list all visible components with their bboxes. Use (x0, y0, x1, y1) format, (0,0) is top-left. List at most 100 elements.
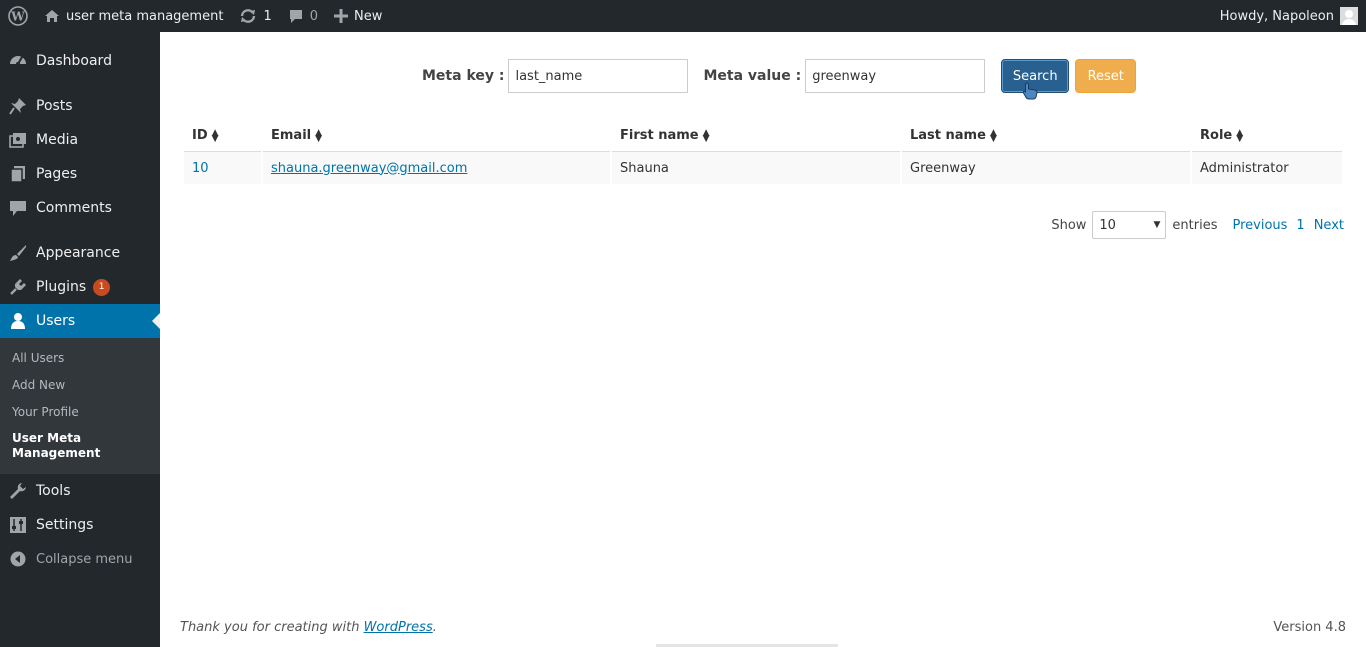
sidebar-item-label: Appearance (36, 245, 121, 261)
sidebar-item-users[interactable]: Users (0, 304, 160, 338)
comments-count: 0 (309, 8, 318, 24)
sort-icon: ▲ ▼ (211, 127, 219, 144)
avatar (1340, 7, 1358, 25)
entries-select-value: 10 (1099, 217, 1116, 233)
admin-footer: Thank you for creating with WordPress. V… (180, 620, 1346, 635)
users-submenu: All Users Add New Your Profile User Meta… (0, 338, 160, 474)
wordpress-logo-icon[interactable]: W (0, 0, 36, 32)
footer-thanks: Thank you for creating with WordPress. (180, 620, 437, 635)
updates-link[interactable]: 1 (231, 0, 279, 32)
submenu-item-user-meta-management[interactable]: User Meta Management (0, 426, 110, 466)
sidebar-item-label: Users (36, 313, 76, 329)
plus-icon (334, 9, 348, 23)
column-header-first-name[interactable]: First name ▲ ▼ (612, 120, 900, 152)
svg-text:W: W (10, 10, 25, 24)
column-header-id[interactable]: ID ▲ ▼ (184, 120, 261, 152)
footer-thanks-text: Thank you for creating with (180, 620, 364, 635)
email-link[interactable]: shauna.greenway@gmail.com (271, 161, 467, 176)
collapse-menu-button[interactable]: Collapse menu (0, 542, 160, 576)
site-name: user meta management (66, 8, 224, 24)
meta-value-input[interactable] (805, 59, 986, 93)
refresh-icon (239, 8, 257, 24)
sidebar-item-pages[interactable]: Pages (0, 157, 160, 191)
footer-thanks-period: . (432, 620, 437, 635)
sidebar-item-posts[interactable]: Posts (0, 89, 160, 123)
table-row: 10 shauna.greenway@gmail.com Shauna Gree… (184, 152, 1342, 184)
column-header-label: ID (192, 128, 208, 143)
sidebar-item-label: Media (36, 132, 79, 148)
sidebar-item-label: Dashboard (36, 53, 112, 69)
column-header-email[interactable]: Email ▲ ▼ (263, 120, 610, 152)
sort-icon: ▲ ▼ (315, 127, 323, 144)
users-table: ID ▲ ▼ Email ▲ ▼ First name ▲ ▼ Last name ▲ ▼ Ro… (182, 120, 1344, 184)
sort-icon: ▲ ▼ (1236, 127, 1244, 144)
cell-id: 10 (184, 152, 261, 184)
dashboard-icon (8, 52, 28, 70)
user-icon (8, 312, 28, 330)
wordpress-link[interactable]: WordPress (364, 620, 433, 635)
home-icon (44, 9, 60, 23)
sidebar-item-comments[interactable]: Comments (0, 191, 160, 225)
sidebar-item-plugins[interactable]: Plugins 1 (0, 270, 160, 304)
meta-key-input[interactable] (508, 59, 689, 93)
column-header-label: Email (271, 128, 312, 143)
howdy-greeting: Howdy, Napoleon (1219, 8, 1334, 24)
plugins-update-badge: 1 (93, 278, 111, 296)
sidebar-item-appearance[interactable]: Appearance (0, 236, 160, 270)
sidebar-item-settings[interactable]: Settings (0, 508, 160, 542)
column-header-label: Role (1200, 128, 1233, 143)
admin-bar: W user meta management 1 0 New Howdy, Na… (0, 0, 1366, 32)
page-1-link[interactable]: 1 (1296, 218, 1304, 233)
sidebar-item-label: Tools (36, 483, 71, 499)
media-icon (8, 132, 28, 148)
plug-icon (8, 278, 28, 296)
collapse-arrow-icon (8, 551, 28, 567)
new-content-link[interactable]: New (326, 0, 390, 32)
cell-role: Administrator (1192, 152, 1342, 184)
reset-button[interactable]: Reset (1075, 59, 1137, 93)
entries-select[interactable]: 10 ▼ (1092, 211, 1167, 239)
cell-last-name: Greenway (902, 152, 1190, 184)
sidebar-item-label: Posts (36, 98, 73, 114)
new-label: New (354, 8, 383, 24)
previous-page-link[interactable]: Previous (1232, 218, 1287, 233)
table-pagination: Show 10 ▼ entries Previous 1 Next (1051, 211, 1344, 239)
collapse-menu-label: Collapse menu (36, 551, 133, 567)
column-header-last-name[interactable]: Last name ▲ ▼ (902, 120, 1190, 152)
sidebar-item-label: Comments (36, 200, 112, 216)
table-header-row: ID ▲ ▼ Email ▲ ▼ First name ▲ ▼ Last name ▲ ▼ Ro… (184, 120, 1342, 152)
comments-link[interactable]: 0 (280, 0, 326, 32)
main-content: Meta key : Meta value : Search Reset ID▲… (160, 32, 1366, 647)
column-header-label: First name (620, 128, 699, 143)
search-button[interactable]: Search (1001, 59, 1070, 100)
column-header-role[interactable]: Role ▲ ▼ (1192, 120, 1342, 152)
comment-icon (288, 9, 304, 24)
submenu-item-add-new[interactable]: Add New (0, 372, 160, 399)
cell-email: shauna.greenway@gmail.com (263, 152, 610, 184)
sidebar-item-label: Plugins (36, 279, 87, 295)
site-name-link[interactable]: user meta management (36, 0, 231, 32)
show-label: Show (1051, 217, 1087, 233)
reset-button-label: Reset (1087, 68, 1124, 84)
brush-icon (8, 244, 28, 262)
pages-icon (8, 165, 28, 183)
admin-sidebar: Dashboard Posts Media Pages Comments App… (0, 32, 160, 647)
sidebar-item-media[interactable]: Media (0, 123, 160, 157)
version-text: Version 4.8 (1273, 620, 1346, 635)
updates-count: 1 (263, 8, 272, 24)
submenu-item-your-profile[interactable]: Your Profile (0, 399, 160, 426)
sort-icon: ▲ ▼ (702, 127, 710, 144)
sidebar-item-label: Settings (36, 517, 94, 533)
account-menu[interactable]: Howdy, Napoleon (1220, 7, 1366, 25)
sidebar-item-tools[interactable]: Tools (0, 474, 160, 508)
sidebar-item-dashboard[interactable]: Dashboard (0, 44, 160, 78)
submenu-item-all-users[interactable]: All Users (0, 345, 160, 372)
next-page-link[interactable]: Next (1314, 218, 1344, 233)
meta-value-label: Meta value : (703, 68, 802, 84)
comment-icon (8, 200, 28, 217)
sidebar-item-label: Pages (36, 166, 78, 182)
hand-cursor-icon (1023, 82, 1038, 100)
column-header-label: Last name (910, 128, 986, 143)
cell-first-name: Shauna (612, 152, 900, 184)
meta-search-form: Meta key : Meta value : Search Reset (422, 59, 1137, 100)
